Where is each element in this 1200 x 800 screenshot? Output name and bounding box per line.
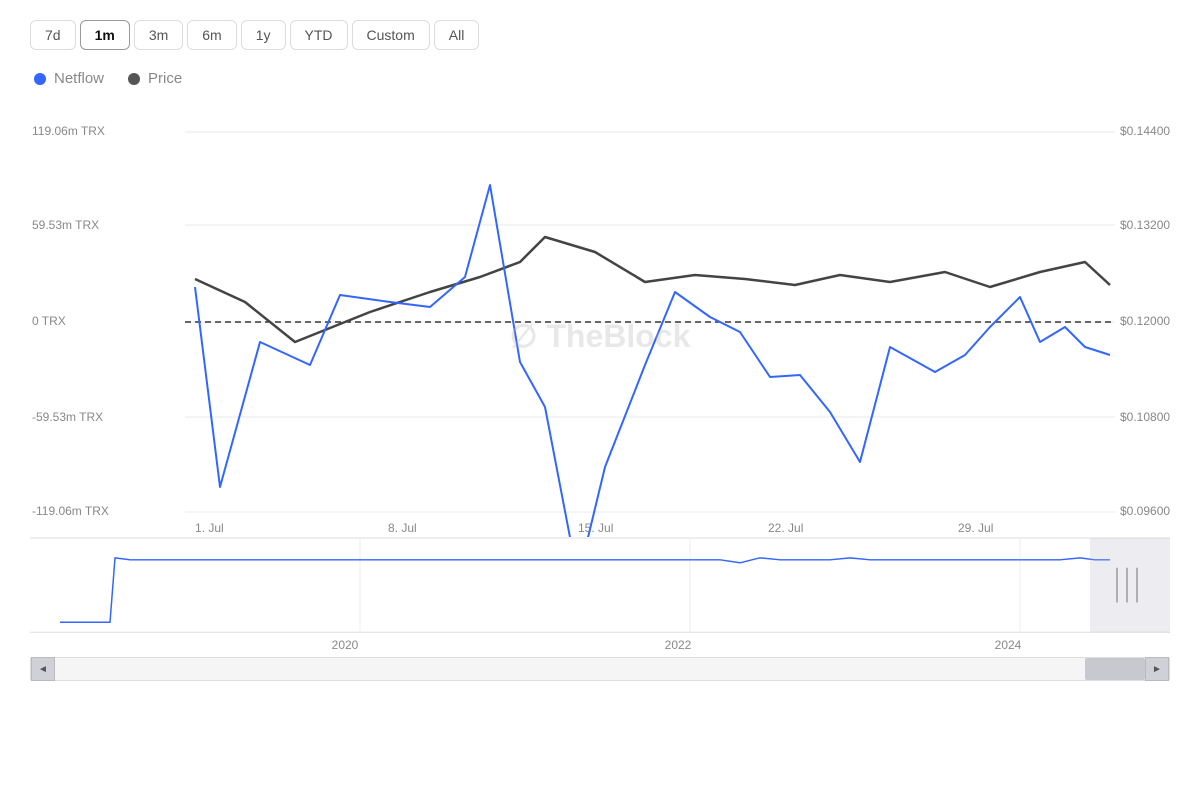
svg-text:59.53m TRX: 59.53m TRX: [32, 218, 99, 232]
svg-text:∅ TheBlock: ∅ TheBlock: [510, 318, 691, 354]
main-chart[interactable]: 119.06m TRX 59.53m TRX 0 TRX -59.53m TRX…: [30, 117, 1170, 537]
filter-1y[interactable]: 1y: [241, 20, 286, 50]
time-filter-bar: 7d 1m 3m 6m 1y YTD Custom All: [30, 20, 1170, 50]
svg-text:2022: 2022: [665, 638, 692, 652]
legend-netflow: Netflow: [34, 70, 104, 87]
main-container: 7d 1m 3m 6m 1y YTD Custom All Netflow Pr…: [0, 0, 1200, 800]
svg-text:2024: 2024: [995, 638, 1022, 652]
svg-text:22. Jul: 22. Jul: [768, 521, 803, 535]
legend-price: Price: [128, 70, 182, 87]
chart-wrapper: 119.06m TRX 59.53m TRX 0 TRX -59.53m TRX…: [30, 117, 1170, 681]
svg-text:-59.53m TRX: -59.53m TRX: [32, 410, 103, 424]
svg-text:119.06m TRX: 119.06m TRX: [32, 124, 105, 138]
filter-6m[interactable]: 6m: [187, 20, 236, 50]
mini-chart[interactable]: 2020 2022 2024: [30, 537, 1170, 657]
mini-chart-svg: 2020 2022 2024: [30, 538, 1170, 657]
scrollbar-track[interactable]: [55, 658, 1145, 680]
svg-text:0 TRX: 0 TRX: [32, 314, 66, 328]
filter-ytd[interactable]: YTD: [290, 20, 348, 50]
scroll-left-arrow[interactable]: ◄: [31, 657, 55, 681]
price-dot: [128, 73, 140, 85]
legend-netflow-label: Netflow: [54, 70, 104, 87]
chart-legend: Netflow Price: [30, 70, 1170, 87]
netflow-dot: [34, 73, 46, 85]
svg-text:29. Jul: 29. Jul: [958, 521, 993, 535]
svg-text:-119.06m TRX: -119.06m TRX: [32, 504, 109, 518]
svg-text:2020: 2020: [332, 638, 359, 652]
svg-text:$0.132000: $0.132000: [1120, 218, 1170, 232]
svg-text:8. Jul: 8. Jul: [388, 521, 417, 535]
filter-3m[interactable]: 3m: [134, 20, 183, 50]
svg-text:$0.120000: $0.120000: [1120, 314, 1170, 328]
filter-7d[interactable]: 7d: [30, 20, 76, 50]
filter-1m[interactable]: 1m: [80, 20, 130, 50]
scroll-right-arrow[interactable]: ►: [1145, 657, 1169, 681]
scrollbar-thumb[interactable]: [1085, 658, 1145, 680]
filter-custom[interactable]: Custom: [352, 20, 430, 50]
filter-all[interactable]: All: [434, 20, 480, 50]
svg-text:$0.144000: $0.144000: [1120, 124, 1170, 138]
main-chart-svg: 119.06m TRX 59.53m TRX 0 TRX -59.53m TRX…: [30, 117, 1170, 537]
svg-text:15. Jul: 15. Jul: [578, 521, 613, 535]
svg-text:$0.096000: $0.096000: [1120, 504, 1170, 518]
svg-text:1. Jul: 1. Jul: [195, 521, 224, 535]
scrollbar[interactable]: ◄ ►: [30, 657, 1170, 681]
legend-price-label: Price: [148, 70, 182, 87]
svg-text:$0.108000: $0.108000: [1120, 410, 1170, 424]
